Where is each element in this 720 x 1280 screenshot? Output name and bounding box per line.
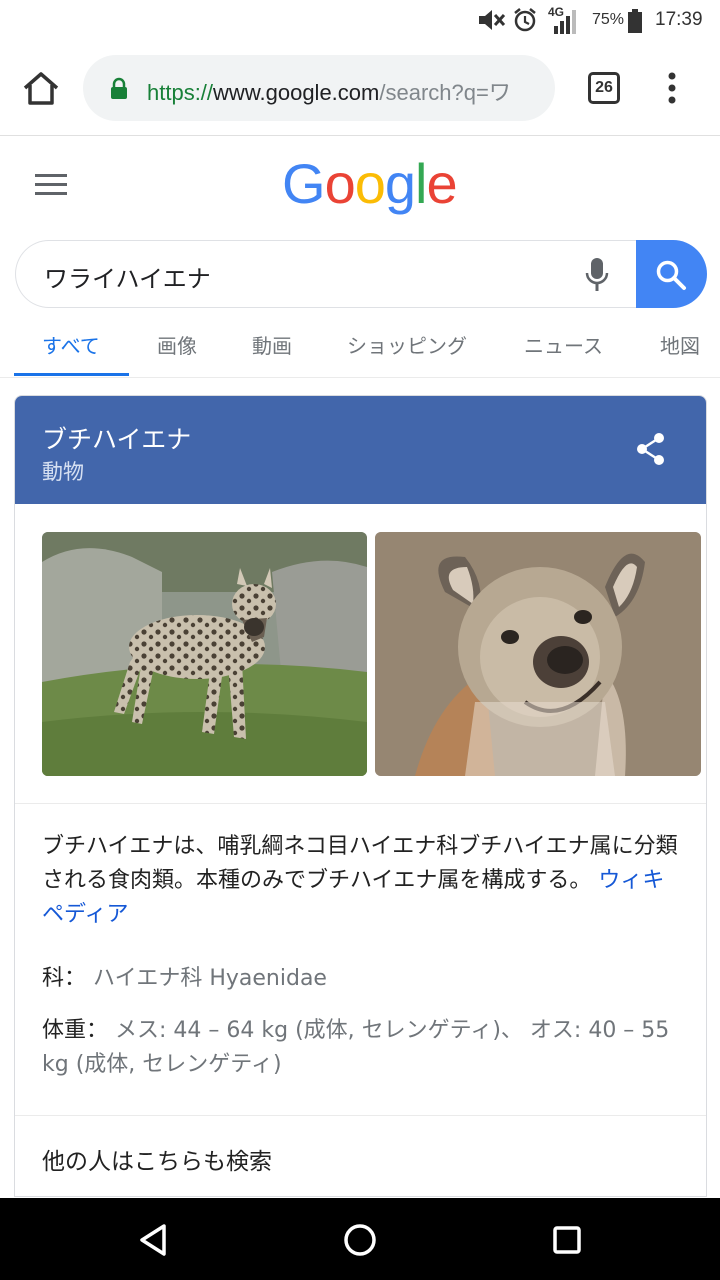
search-box[interactable]: ワライハイエナ <box>15 240 637 308</box>
url-text: https://www.google.com/search?q=ワ <box>147 75 511 107</box>
lock-icon <box>111 77 127 99</box>
recents-icon[interactable] <box>547 1220 587 1260</box>
url-host: www.google.com <box>213 80 380 105</box>
url-scheme: https:// <box>147 80 214 105</box>
logo-letter: e <box>426 152 457 215</box>
description-text: ブチハイエナは、哺乳綱ネコ目ハイエナ科ブチハイエナ属に分類される食肉類。本種のみ… <box>42 834 678 893</box>
tab-maps[interactable]: 地図 <box>660 330 700 359</box>
signal-icon <box>554 10 576 34</box>
browser-toolbar: https://www.google.com/search?q=ワ 26 <box>0 40 720 136</box>
knowledge-panel-header: ブチハイエナ 動物 <box>15 396 706 504</box>
status-bar: 4G 75% 17:39 <box>0 0 720 40</box>
entity-type: 動物 <box>42 460 84 484</box>
active-tab-indicator <box>14 373 129 376</box>
fact-weight: 体重： メス: 44 – 64 kg (成体, セレンゲティ)、 オス: 40 … <box>42 1014 682 1082</box>
google-logo: Google <box>282 151 458 216</box>
logo-letter: l <box>415 152 427 215</box>
knowledge-panel: ブチハイエナ 動物 ブチハイエナは、哺乳綱ネコ目ハイエナ科ブチハイエナ属に分類さ… <box>14 395 707 1197</box>
entity-title[interactable]: ブチハイエナ <box>42 420 191 456</box>
tab-shopping[interactable]: ショッピング <box>347 330 467 359</box>
logo-letter: g <box>384 152 416 215</box>
fact-label[interactable]: 体重： <box>42 1018 108 1043</box>
entity-description: ブチハイエナは、哺乳綱ネコ目ハイエナ科ブチハイエナ属に分類される食肉類。本種のみ… <box>42 830 682 932</box>
fact-label[interactable]: 科： <box>42 966 86 991</box>
tab-images[interactable]: 画像 <box>157 330 197 359</box>
back-icon[interactable] <box>134 1220 174 1260</box>
divider <box>15 1115 706 1116</box>
battery-percent: 75% <box>592 11 625 28</box>
overflow-menu-icon[interactable] <box>660 70 684 106</box>
logo-letter: o <box>354 152 386 215</box>
clock: 17:39 <box>655 9 703 30</box>
google-header: Google <box>0 137 720 233</box>
people-also-search-heading: 他の人はこちらも検索 <box>42 1149 272 1175</box>
battery-icon <box>628 9 642 33</box>
divider <box>15 803 706 804</box>
microphone-icon[interactable] <box>584 257 610 293</box>
hamburger-menu-icon[interactable] <box>35 174 67 196</box>
tab-videos[interactable]: 動画 <box>252 330 292 359</box>
system-navigation-bar <box>0 1198 720 1280</box>
hyena-photo-standing[interactable] <box>42 532 367 776</box>
tab-switcher-button[interactable]: 26 <box>588 72 620 104</box>
logo-letter: o <box>324 152 356 215</box>
search-icon <box>656 260 686 290</box>
logo-letter: G <box>282 152 326 215</box>
search-input[interactable]: ワライハイエナ <box>44 259 211 294</box>
tab-news[interactable]: ニュース <box>524 330 603 359</box>
home-nav-icon[interactable] <box>340 1220 380 1260</box>
alarm-icon <box>514 8 536 32</box>
hyena-photo-face[interactable] <box>375 532 701 776</box>
tab-all[interactable]: すべて <box>42 330 100 359</box>
search-button[interactable] <box>636 240 707 308</box>
share-icon[interactable] <box>635 432 667 466</box>
search-tabs: すべて 画像 動画 ショッピング ニュース 地図 <box>0 316 720 378</box>
mute-icon <box>479 10 506 30</box>
fact-value[interactable]: ハイエナ科 Hyaenidae <box>93 966 327 991</box>
fact-value: メス: 44 – 64 kg (成体, セレンゲティ)、 オス: 40 – 55… <box>42 1018 670 1077</box>
url-path: /search?q=ワ <box>379 80 511 105</box>
address-bar[interactable]: https://www.google.com/search?q=ワ <box>83 55 555 121</box>
home-icon[interactable] <box>20 68 62 110</box>
fact-family: 科： ハイエナ科 Hyaenidae <box>42 962 682 996</box>
